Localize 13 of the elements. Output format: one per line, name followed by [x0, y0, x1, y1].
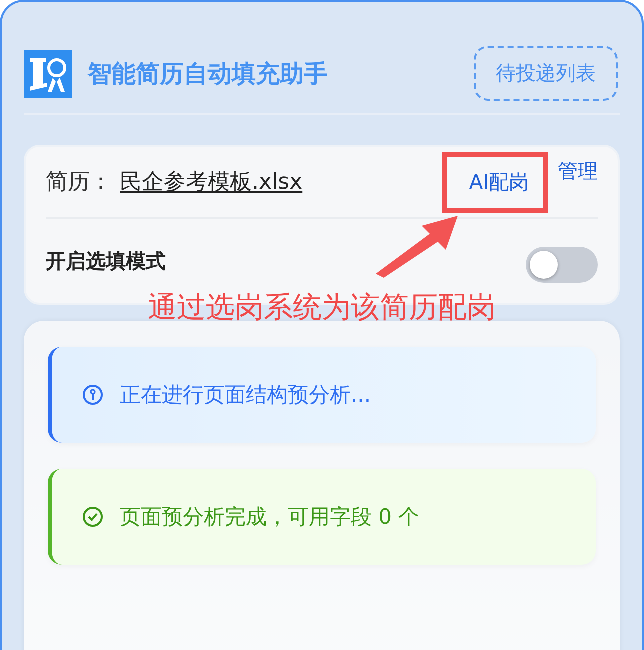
action-link[interactable]: AI配岗 [469, 162, 529, 202]
annotation-text: 通过选岗系统为该简历配岗 [147, 289, 497, 326]
action-link[interactable]: 管理 [558, 152, 598, 212]
resume-file-link[interactable]: 民企参考模板.xlsx [120, 167, 303, 197]
logo-icon [24, 50, 72, 98]
resume-label: 简历： [46, 169, 112, 197]
alert-text: 页面预分析完成，可用字段 0 个 [120, 504, 420, 531]
toggle-switch[interactable] [526, 247, 598, 283]
check-circle-icon [82, 506, 104, 528]
app-title: 智能简历自动填充助手 [88, 58, 329, 90]
alert-text: 正在进行页面结构预分析... [120, 382, 372, 409]
info-icon [82, 384, 104, 406]
option-label: 开启选填模式 [46, 248, 166, 274]
